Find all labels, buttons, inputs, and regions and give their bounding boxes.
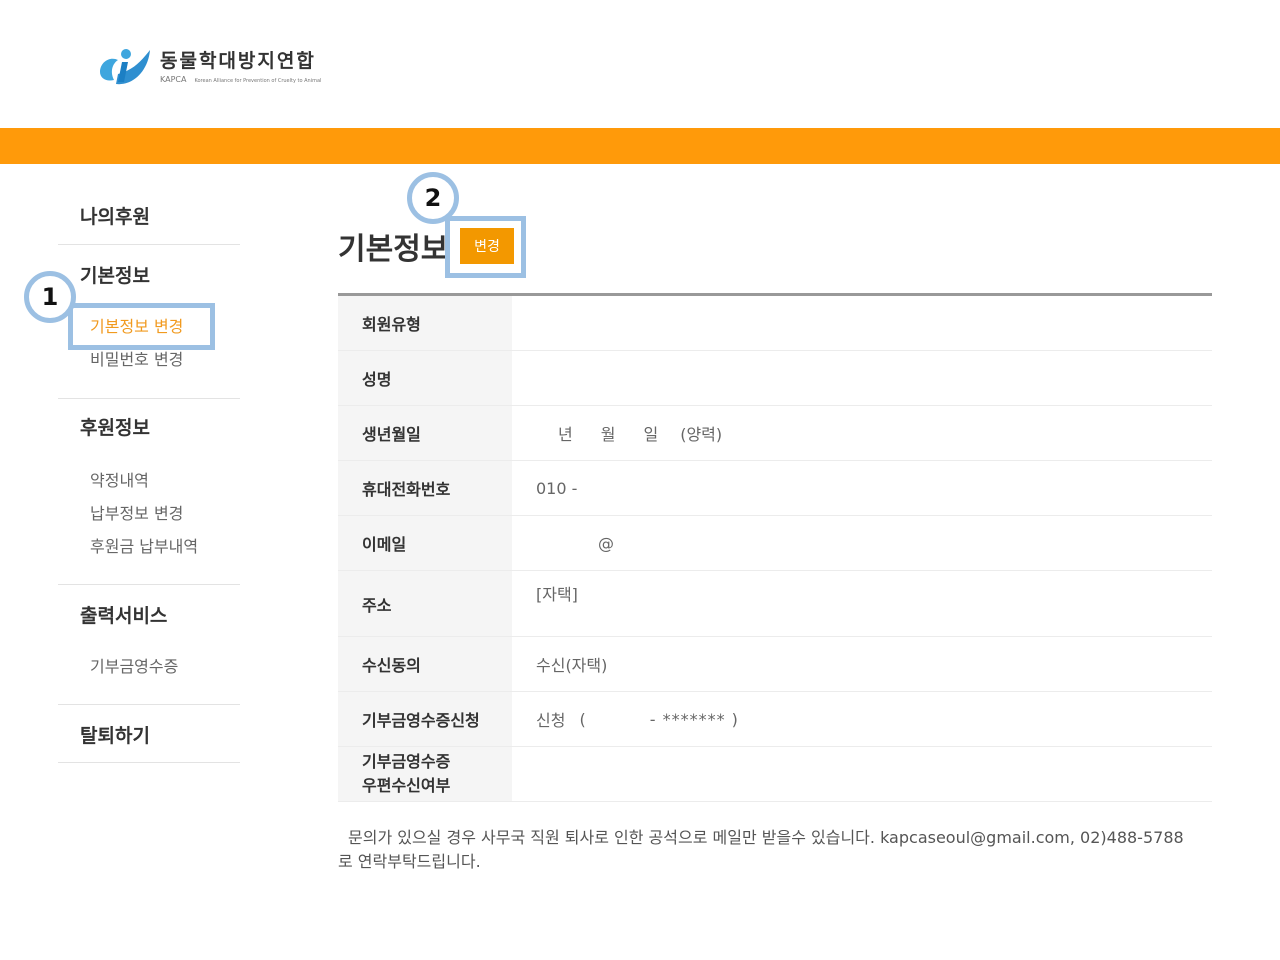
logo-title: 동물학대방지연합 [160, 50, 316, 72]
table-row-name: 성명 [338, 351, 1212, 406]
birth-month-unit: 월 [600, 425, 616, 444]
basic-info-table: 회원유형 성명 생년월일 년 월 일 (양력) 휴대전화번호 010 - 이메일… [338, 293, 1212, 802]
row-label-address: 주소 [338, 571, 512, 636]
change-button[interactable]: 변경 [460, 228, 514, 264]
sidebar-nav: 나의후원 기본정보 기본정보 변경 비밀번호 변경 후원정보 약정내역 납부정보… [58, 190, 240, 763]
table-row-receipt-mail: 기부금영수증 우편수신여부 [338, 747, 1212, 802]
birth-calendar-type: (양력) [680, 425, 723, 444]
birth-day-unit: 일 [643, 425, 659, 444]
row-label-receipt-mail: 기부금영수증 우편수신여부 [338, 747, 512, 801]
row-value-address: [자택] [536, 585, 578, 604]
row-label-birth: 생년월일 [338, 406, 512, 460]
birth-year-unit: 년 [558, 425, 573, 444]
sidebar-item-withdraw[interactable]: 탈퇴하기 [58, 705, 240, 748]
annotation-badge-2: 2 [407, 172, 459, 224]
logo-mark-icon [100, 49, 150, 85]
table-row-email: 이메일 @ [338, 516, 1212, 571]
email-at-sign: @ [598, 533, 614, 553]
contact-notice: 문의가 있으실 경우 사무국 직원 퇴사로 인한 공석으로 메일만 받을수 있습… [338, 828, 1184, 871]
receipt-request-masked-id: - ******* ) [649, 709, 739, 729]
row-value-name [512, 351, 1212, 405]
row-value-birth: 년 월 일 (양력) [512, 406, 1212, 460]
annotation-badge-1: 1 [24, 271, 76, 323]
sidebar-item-pledge-history[interactable]: 약정내역 [58, 464, 240, 497]
row-label-mobile: 휴대전화번호 [338, 461, 512, 515]
logo-tagline: Korean Alliance for Prevention of Cruelt… [194, 78, 322, 84]
header-bar [0, 128, 1280, 164]
row-value-mobile: 010 - [536, 478, 578, 498]
sidebar-section-print-service: 출력서비스 기부금영수증 [58, 585, 240, 705]
logo-subtitle: KAPCA Korean Alliance for Prevention of C… [160, 75, 321, 84]
row-label-receipt-request: 기부금영수증신청 [338, 692, 512, 746]
annotation-highlight-edit-basic-info [68, 303, 215, 350]
table-row-receipt-request: 기부금영수증신청 신청 ( - ******* ) [338, 692, 1212, 747]
logo-abbr: KAPCA [160, 75, 187, 84]
page-title: 기본정보 [338, 232, 449, 267]
row-label-receipt-mail-line2: 우편수신여부 [362, 776, 451, 795]
sidebar-heading-support-info[interactable]: 후원정보 [58, 399, 240, 440]
receipt-request-open-paren: ( [579, 709, 586, 729]
sidebar-item-payment-history[interactable]: 후원금 납부내역 [58, 530, 240, 563]
row-value-email: @ [512, 516, 1212, 570]
table-row-birth: 생년월일 년 월 일 (양력) [338, 406, 1212, 461]
row-value-receipt-mail [512, 747, 1212, 801]
sidebar-item-donation-receipt[interactable]: 기부금영수증 [58, 650, 240, 683]
row-label-consent: 수신동의 [338, 637, 512, 691]
sidebar-section-my-support: 나의후원 [58, 190, 240, 245]
sidebar-heading-my-support[interactable]: 나의후원 [58, 190, 240, 229]
table-row-member-type: 회원유형 [338, 296, 1212, 351]
row-value-member-type [512, 296, 1212, 350]
row-label-member-type: 회원유형 [338, 296, 512, 350]
row-label-name: 성명 [338, 351, 512, 405]
sidebar-section-withdraw: 탈퇴하기 [58, 705, 240, 763]
sidebar-heading-basic-info[interactable]: 기본정보 [58, 245, 240, 288]
site-logo[interactable]: 동물학대방지연합 KAPCA Korean Alliance for Preven… [96, 42, 356, 92]
table-row-mobile: 휴대전화번호 010 - [338, 461, 1212, 516]
row-label-receipt-mail-line1: 기부금영수증 [362, 752, 451, 771]
table-row-address: 주소 [자택] [338, 571, 1212, 637]
row-value-consent: 수신(자택) [536, 656, 608, 675]
sidebar-item-payment-info[interactable]: 납부정보 변경 [58, 497, 240, 530]
receipt-request-status: 신청 [536, 711, 566, 730]
row-value-receipt-request: 신청 ( - ******* ) [512, 692, 1212, 746]
sidebar-heading-print-service[interactable]: 출력서비스 [58, 585, 240, 628]
row-label-email: 이메일 [338, 516, 512, 570]
sidebar-section-support-info: 후원정보 약정내역 납부정보 변경 후원금 납부내역 [58, 399, 240, 585]
table-row-consent: 수신동의 수신(자택) [338, 637, 1212, 692]
